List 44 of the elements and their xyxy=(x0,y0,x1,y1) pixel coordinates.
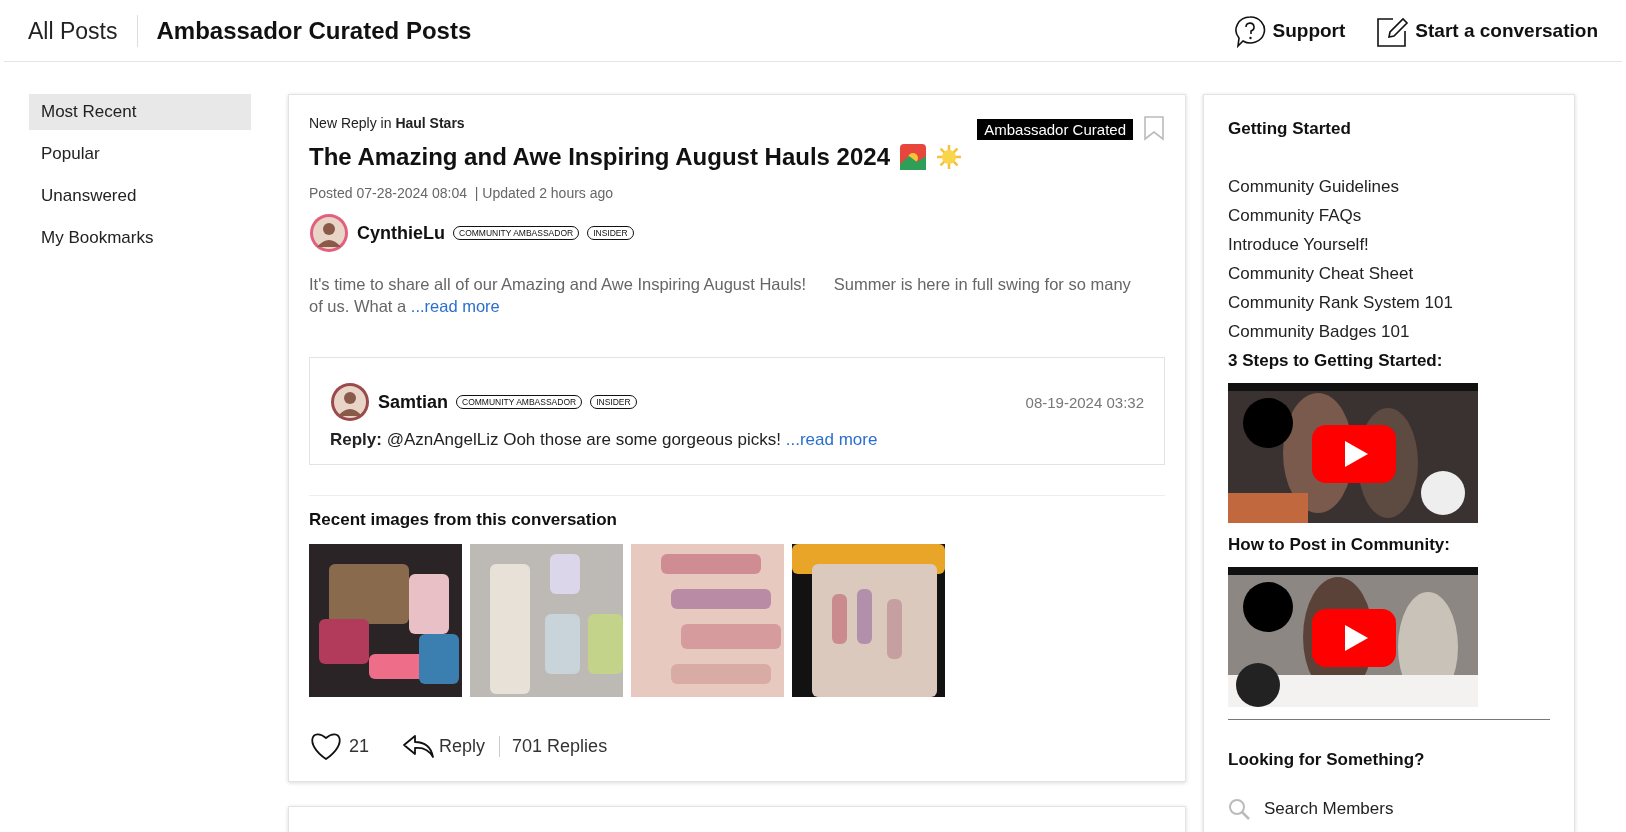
sidebar-link[interactable]: Community FAQs xyxy=(1228,206,1574,226)
curated-tag: Ambassador Curated xyxy=(977,119,1133,140)
nav-item[interactable]: Most Recent xyxy=(29,94,251,130)
reply-text: Reply: @AznAngelLiz Ooh those are some gorgeous picks! ...read more xyxy=(330,430,879,450)
search-heading: Looking for Something? xyxy=(1228,750,1426,770)
reply-button[interactable]: Reply xyxy=(401,733,486,759)
post-excerpt: It's time to share all of our Amazing and Awe Inspiring August Hauls! Summer is here in full swing for so many of us. What a ...read more xyxy=(309,274,1132,317)
nav-item[interactable]: Popular xyxy=(29,136,251,172)
sidebar-link[interactable]: Community Badges 101 xyxy=(1228,322,1574,342)
sidebar-heading: Getting Started xyxy=(1228,119,1352,139)
nav-item[interactable]: Unanswered xyxy=(29,178,251,214)
like-count: 21 xyxy=(349,735,370,757)
author-name[interactable]: Samtian xyxy=(378,391,449,413)
nav-item[interactable]: My Bookmarks xyxy=(29,220,251,256)
reply-date: 08-19-2024 03:32 xyxy=(1025,393,1144,411)
images-heading: Recent images from this conversation xyxy=(309,510,618,530)
sidebar-link[interactable]: Community Rank System 101 xyxy=(1228,293,1574,313)
all-posts-link[interactable]: All Posts xyxy=(28,14,139,47)
video-heading: 3 Steps to Getting Started: xyxy=(1228,351,1444,371)
board-context: New Reply in Haul Stars xyxy=(309,115,465,131)
action-label: Start a conversation xyxy=(1415,19,1598,42)
sidebar-link[interactable]: Community Guidelines xyxy=(1228,177,1574,197)
updated-time: | Updated 2 hours ago xyxy=(474,185,614,201)
posted-date: Posted 07-28-2024 08:04 xyxy=(309,185,467,201)
post-title[interactable]: The Amazing and Awe Inspiring August Hauls 2024 xyxy=(309,143,890,171)
compose-link[interactable]: Start a conversation xyxy=(1375,13,1598,48)
reply-arrow-icon xyxy=(401,733,436,759)
sunrise-icon xyxy=(900,144,926,170)
read-more-link[interactable]: ...read more xyxy=(410,297,500,315)
help-bubble-icon xyxy=(1232,13,1267,48)
author-name[interactable]: CynthieLu xyxy=(357,222,445,244)
video-heading: How to Post in Community: xyxy=(1228,535,1451,555)
sidebar-link[interactable]: Introduce Yourself! xyxy=(1228,235,1574,255)
heart-icon[interactable] xyxy=(309,731,343,761)
search-icon xyxy=(1228,798,1250,820)
avatar xyxy=(330,382,370,422)
read-more-link[interactable]: ...read more xyxy=(785,430,878,449)
sidebar-link[interactable]: Community Cheat Sheet xyxy=(1228,264,1574,284)
replies-count: 701 Replies xyxy=(499,735,608,757)
action-label: Support xyxy=(1272,19,1346,42)
support-link[interactable]: Support xyxy=(1232,13,1346,48)
sun-icon xyxy=(936,144,962,170)
page-title: Ambassador Curated Posts xyxy=(156,16,473,45)
avatar xyxy=(309,213,349,253)
